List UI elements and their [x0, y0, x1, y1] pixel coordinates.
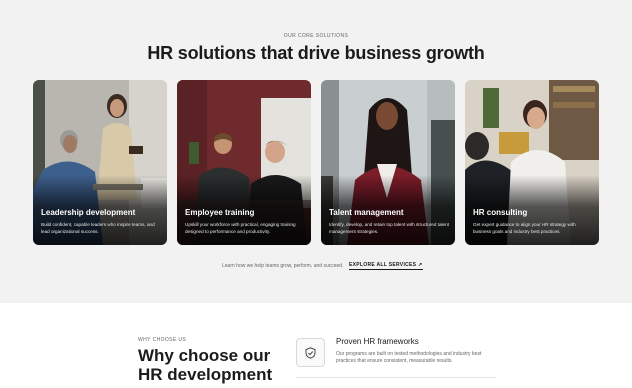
section-eyebrow: OUR CORE SOLUTIONS: [283, 33, 349, 39]
feature-description: Our programs are built on tested methodo…: [336, 351, 482, 364]
card-description: Upskill your workforce with practical, e…: [185, 222, 296, 234]
card-talent-management[interactable]: Talent management Identify, develop, and…: [321, 80, 455, 245]
card-employee-training[interactable]: Employee training Upskill your workforce…: [177, 80, 311, 245]
arrow-up-right-icon: ↗: [418, 262, 423, 268]
card-title: Leadership development: [41, 208, 136, 217]
card-title: HR consulting: [473, 208, 528, 217]
feature-title: Proven HR frameworks: [336, 337, 419, 346]
card-leadership-development[interactable]: Leadership development Build confident, …: [33, 80, 167, 245]
explore-all-services-link[interactable]: EXPLORE ALL SERVICES ↗: [349, 262, 423, 270]
why-headline: Why choose our HR development: [138, 346, 273, 384]
card-title: Employee training: [185, 208, 255, 217]
learn-more-text: Learn how we help teams grow, perform, a…: [222, 263, 344, 269]
solutions-section: OUR CORE SOLUTIONS HR solutions that dri…: [0, 0, 632, 303]
section-headline: HR solutions that drive business growth: [147, 43, 485, 63]
card-hr-consulting[interactable]: HR consulting Get expert guidance to ali…: [465, 80, 599, 245]
card-description: Build confident, capable leaders who ins…: [41, 222, 155, 234]
card-title: Talent management: [329, 208, 404, 217]
card-description: Identify, develop, and retain top talent…: [329, 222, 449, 234]
why-eyebrow: WHY CHOOSE US: [138, 337, 187, 343]
explore-label: EXPLORE ALL SERVICES: [349, 262, 417, 268]
card-description: Get expert guidance to align your HR str…: [473, 222, 576, 234]
feature-divider: [296, 377, 496, 378]
shield-check-icon: [296, 338, 325, 367]
